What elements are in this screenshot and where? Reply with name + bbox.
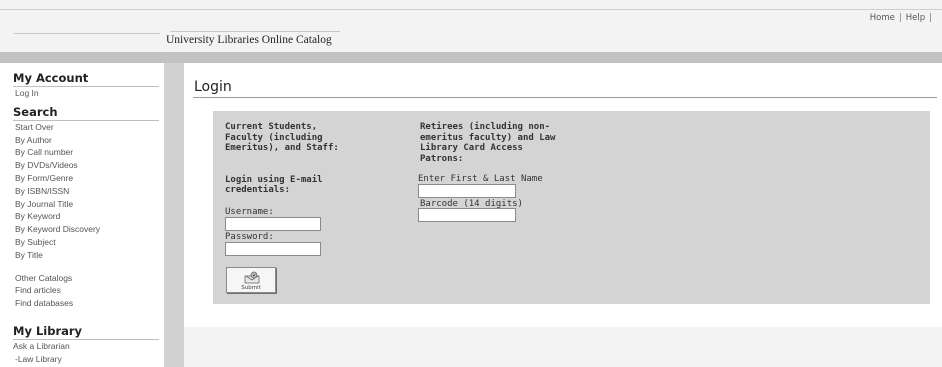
login-panel: Current Students, Faculty (including Eme… bbox=[213, 111, 930, 304]
sidebar-item-by-call-number[interactable]: By Call number bbox=[15, 146, 164, 159]
sidebar-item-find-articles[interactable]: Find articles bbox=[15, 284, 164, 297]
sidebar: My Account Log In Search Start Over By A… bbox=[0, 63, 164, 367]
home-link[interactable]: Home bbox=[870, 13, 895, 23]
current-patrons-heading: Current Students, Faculty (including Eme… bbox=[225, 122, 339, 153]
sidebar-item-find-databases[interactable]: Find databases bbox=[15, 297, 164, 310]
sidebar-item-log-in[interactable]: Log In bbox=[15, 87, 164, 100]
link-separator: | bbox=[898, 13, 902, 23]
sidebar-item-by-keyword-discovery[interactable]: By Keyword Discovery bbox=[15, 223, 164, 236]
help-link[interactable]: Help bbox=[906, 13, 925, 23]
sidebar-heading-search: Search bbox=[13, 105, 159, 121]
sidebar-item-by-dvds-videos[interactable]: By DVDs/Videos bbox=[15, 159, 164, 172]
submit-button[interactable]: Submit bbox=[226, 267, 276, 293]
sidebar-item-ask-a-librarian[interactable]: Ask a Librarian bbox=[13, 340, 164, 353]
username-label: Username: bbox=[225, 207, 274, 217]
retirees-heading: Retirees (including non-emeritus faculty… bbox=[420, 122, 556, 164]
name-field[interactable] bbox=[418, 184, 516, 198]
sidebar-heading-my-account: My Account bbox=[13, 71, 159, 87]
main-content: Login Current Students, Faculty (includi… bbox=[184, 63, 942, 327]
sidebar-item-by-author[interactable]: By Author bbox=[15, 134, 164, 147]
sidebar-item-by-journal-title[interactable]: By Journal Title bbox=[15, 198, 164, 211]
page-title: Login bbox=[194, 79, 232, 95]
sidebar-item-law-library[interactable]: -Law Library bbox=[15, 353, 164, 366]
sidebar-item-by-keyword[interactable]: By Keyword bbox=[15, 210, 164, 223]
sidebar-item-by-title[interactable]: By Title bbox=[15, 249, 164, 262]
header-rule bbox=[0, 9, 942, 10]
sidebar-item-other-catalogs[interactable]: Other Catalogs bbox=[15, 272, 164, 285]
submit-label: Submit bbox=[241, 285, 261, 291]
username-field[interactable] bbox=[225, 217, 321, 231]
sidebar-heading-my-library: My Library bbox=[13, 324, 159, 340]
sidebar-item-start-over[interactable]: Start Over bbox=[15, 121, 164, 134]
sidebar-item-by-form-genre[interactable]: By Form/Genre bbox=[15, 172, 164, 185]
password-label: Password: bbox=[225, 232, 274, 242]
link-separator: | bbox=[929, 13, 932, 23]
site-title: University Libraries Online Catalog bbox=[166, 34, 332, 46]
barcode-field[interactable] bbox=[418, 208, 516, 222]
name-label: Enter First & Last Name bbox=[418, 174, 543, 184]
top-links: Home | Help | bbox=[870, 13, 936, 23]
header-title-rule bbox=[170, 31, 340, 32]
password-field[interactable] bbox=[225, 242, 321, 256]
header-left-rule bbox=[14, 33, 160, 34]
sidebar-item-by-subject[interactable]: By Subject bbox=[15, 236, 164, 249]
email-credentials-heading: Login using E-mail credentials: bbox=[225, 175, 323, 195]
sidebar-gutter bbox=[164, 63, 184, 367]
sidebar-item-by-isbn-issn[interactable]: By ISBN/ISSN bbox=[15, 185, 164, 198]
header-band bbox=[0, 52, 942, 63]
title-rule bbox=[193, 97, 937, 98]
